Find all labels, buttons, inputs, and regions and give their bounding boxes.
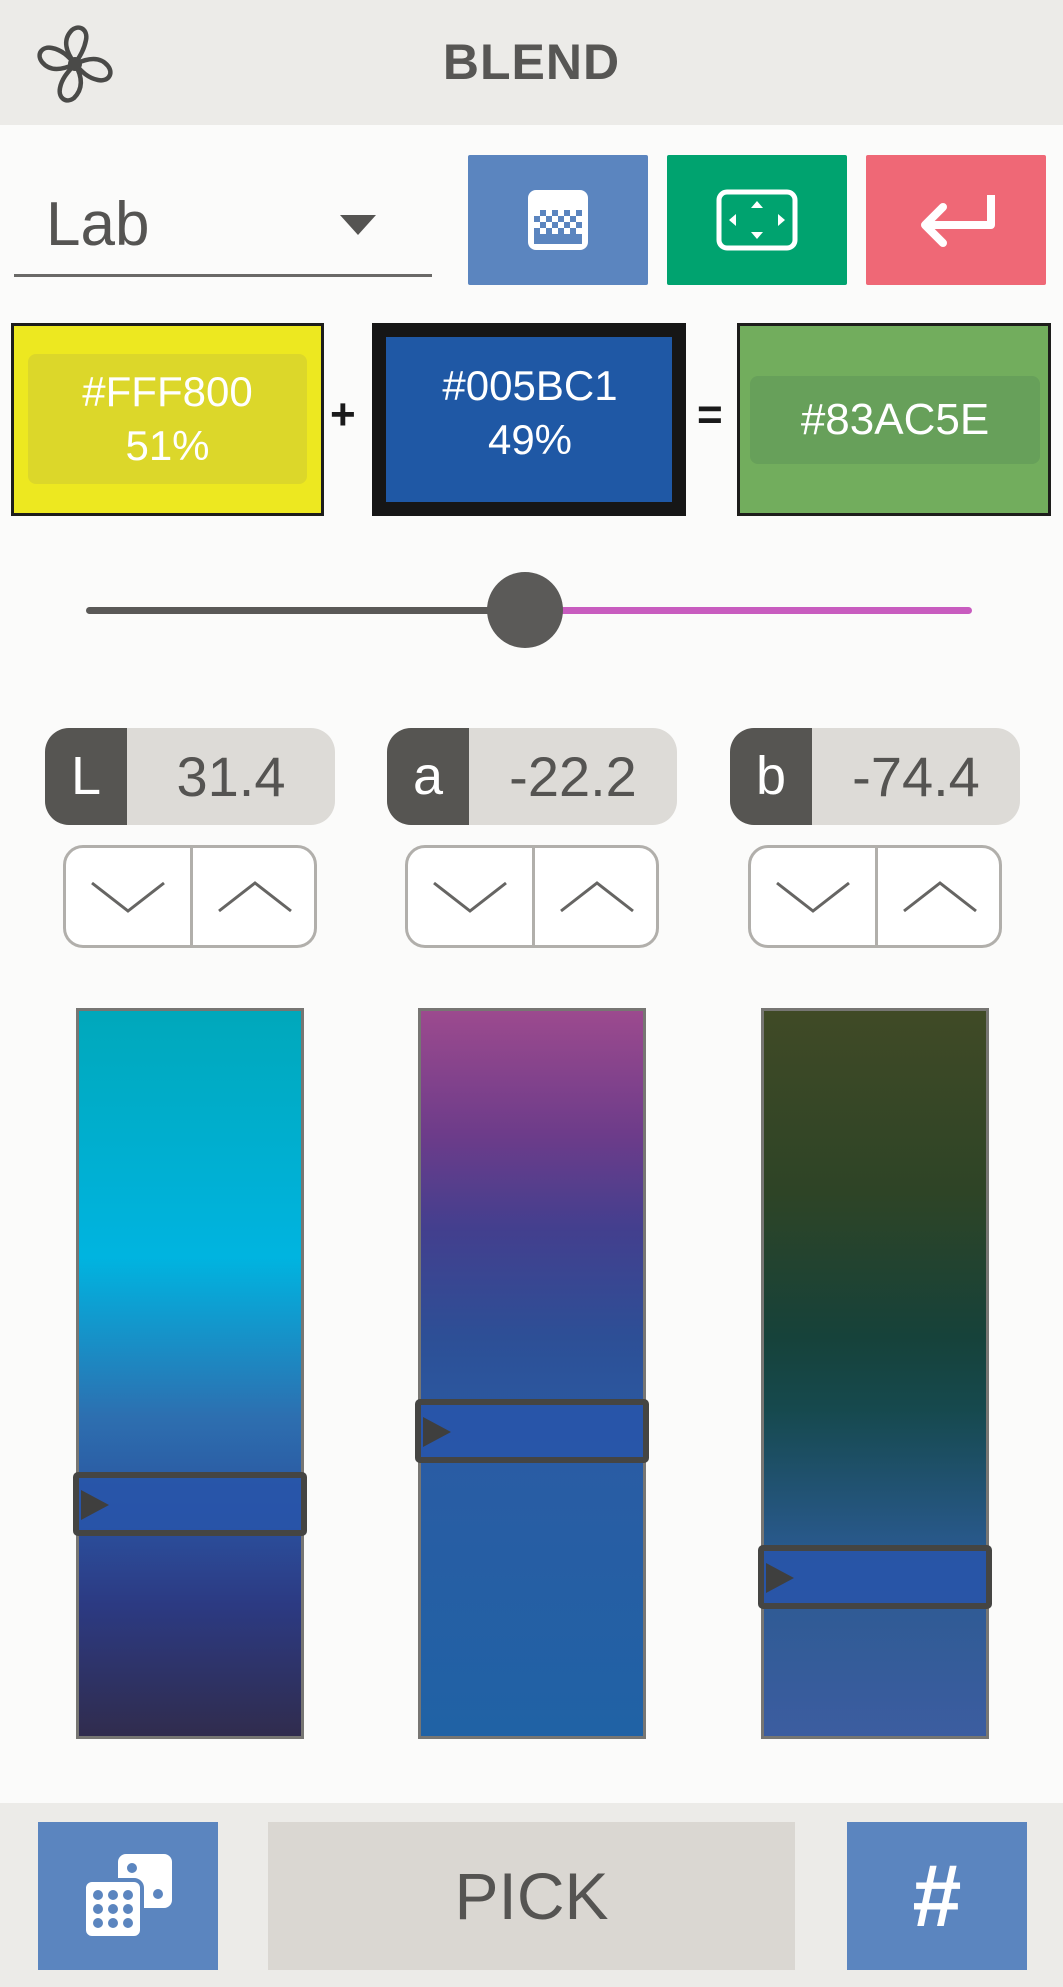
chevron-down-icon — [91, 881, 165, 913]
channel-b-stepper — [748, 845, 1002, 948]
channel-a-marker[interactable] — [415, 1399, 649, 1463]
grid-pattern-icon — [528, 190, 588, 250]
chevron-up-icon — [218, 880, 292, 912]
chevron-up-icon — [903, 880, 977, 912]
channel-a-increment-button[interactable] — [535, 848, 656, 945]
color-a-info: #FFF800 51% — [28, 354, 307, 484]
channel-l-number: 31.4 — [176, 745, 286, 808]
slider-track-filled — [86, 607, 525, 614]
result-hex: #83AC5E — [800, 395, 990, 444]
return-arrow-icon — [921, 195, 995, 247]
color-b-swatch[interactable]: #005BC1 49% — [372, 323, 686, 516]
equals-sign: = — [697, 390, 723, 439]
channel-b-increment-button[interactable] — [878, 848, 999, 945]
pick-button[interactable]: PICK — [268, 1822, 795, 1970]
hex-input-button[interactable]: # — [847, 1822, 1027, 1970]
channel-a-stepper — [405, 845, 659, 948]
app-title: BLEND — [442, 34, 621, 90]
channel-l-decrement-button[interactable] — [66, 848, 193, 945]
color-a-swatch[interactable]: #FFF800 51% — [11, 323, 324, 516]
channel-b-number: -74.4 — [852, 745, 980, 808]
channel-a-letter: a — [387, 728, 469, 825]
marker-arrow-icon — [423, 1417, 451, 1447]
channel-l-letter: L — [45, 728, 127, 825]
plus-sign: + — [330, 390, 356, 439]
random-color-button[interactable] — [38, 1822, 218, 1970]
marker-arrow-icon — [766, 1563, 794, 1593]
channel-l-value[interactable]: L 31.4 — [45, 728, 335, 825]
result-info: #83AC5E — [750, 376, 1040, 464]
color-space-select[interactable]: Lab — [14, 175, 432, 277]
dropdown-arrow-icon — [340, 215, 376, 235]
grid-pattern-button[interactable] — [468, 155, 648, 285]
channel-l-gradient-bar[interactable] — [73, 1008, 307, 1739]
color-a-percent: 51% — [125, 422, 210, 469]
slider-thumb[interactable] — [487, 572, 563, 648]
fullscreen-icon — [716, 189, 798, 251]
color-b-info: #005BC1 49% — [402, 345, 658, 480]
chevron-down-icon — [433, 881, 507, 913]
channel-l-stepper — [63, 845, 317, 948]
channel-b-decrement-button[interactable] — [751, 848, 878, 945]
channel-l-marker[interactable] — [73, 1472, 307, 1536]
channel-a-value[interactable]: a -22.2 — [387, 728, 677, 825]
color-b-percent: 49% — [487, 415, 573, 463]
channel-a-gradient-bar[interactable] — [415, 1008, 649, 1739]
channel-a-decrement-button[interactable] — [408, 848, 535, 945]
slider-track-remaining — [525, 607, 972, 614]
channel-b-gradient-bar[interactable] — [758, 1008, 992, 1739]
channel-l-increment-button[interactable] — [193, 848, 314, 945]
return-button[interactable] — [866, 155, 1046, 285]
channel-b-marker[interactable] — [758, 1545, 992, 1609]
blend-ratio-slider[interactable] — [84, 560, 984, 660]
marker-arrow-icon — [81, 1490, 109, 1520]
color-space-value: Lab — [46, 190, 150, 259]
channel-a-number: -22.2 — [509, 745, 637, 808]
channel-b-letter: b — [730, 728, 812, 825]
color-a-hex: #FFF800 — [82, 368, 253, 415]
chevron-up-icon — [560, 880, 634, 912]
fullscreen-button[interactable] — [667, 155, 847, 285]
dice-icon — [82, 1854, 172, 1940]
color-b-hex: #005BC1 — [442, 361, 618, 409]
chevron-down-icon — [776, 881, 850, 913]
channel-b-value[interactable]: b -74.4 — [730, 728, 1020, 825]
result-swatch[interactable]: #83AC5E — [737, 323, 1051, 516]
